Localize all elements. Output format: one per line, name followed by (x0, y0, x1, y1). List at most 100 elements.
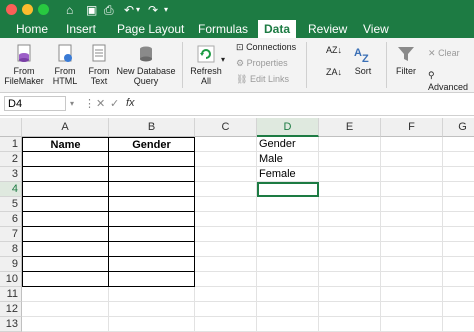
minimize-window-button[interactable] (22, 4, 33, 15)
sort-button[interactable]: A Z Sort (348, 44, 378, 76)
cell-a6[interactable] (22, 212, 109, 227)
cell-g7[interactable] (443, 227, 474, 242)
cell-f9[interactable] (381, 257, 443, 272)
insert-function-icon[interactable]: fx (126, 97, 135, 109)
cell-g4[interactable] (443, 182, 474, 197)
tab-view[interactable]: View (357, 20, 395, 38)
tab-home[interactable]: Home (10, 20, 54, 38)
from-text-button[interactable]: From Text (84, 44, 114, 86)
sort-descending-button[interactable]: ZA↓ (326, 66, 342, 78)
cell-a5[interactable] (22, 197, 109, 212)
cell-e5[interactable] (319, 197, 381, 212)
cell-e4[interactable] (319, 182, 381, 197)
cell-a11[interactable] (22, 287, 109, 302)
cell-g5[interactable] (443, 197, 474, 212)
cell-a3[interactable] (22, 167, 109, 182)
cell-g2[interactable] (443, 152, 474, 167)
cell-b2[interactable] (109, 152, 195, 167)
name-box[interactable]: D4 (4, 96, 66, 111)
cell-a2[interactable] (22, 152, 109, 167)
cell-e8[interactable] (319, 242, 381, 257)
cell-c3[interactable] (195, 167, 257, 182)
row-header-12[interactable]: 12 (0, 302, 22, 317)
cell-c8[interactable] (195, 242, 257, 257)
cell-a4[interactable] (22, 182, 109, 197)
close-window-button[interactable] (6, 4, 17, 15)
cell-c11[interactable] (195, 287, 257, 302)
cell-d9[interactable] (257, 257, 319, 272)
cell-b1[interactable]: Gender (109, 137, 195, 152)
tab-insert[interactable]: Insert (60, 20, 102, 38)
cell-d3[interactable]: Female (257, 167, 319, 182)
sort-ascending-button[interactable]: AZ↓ (326, 44, 342, 56)
column-header-f[interactable]: F (381, 118, 443, 137)
cell-f12[interactable] (381, 302, 443, 317)
row-header-10[interactable]: 10 (0, 272, 22, 287)
cell-e12[interactable] (319, 302, 381, 317)
cell-f3[interactable] (381, 167, 443, 182)
cell-b5[interactable] (109, 197, 195, 212)
cell-f11[interactable] (381, 287, 443, 302)
cell-e9[interactable] (319, 257, 381, 272)
from-html-button[interactable]: From HTML (50, 44, 80, 86)
redo-icon[interactable]: ↷ (148, 2, 158, 18)
cell-b11[interactable] (109, 287, 195, 302)
cell-d5[interactable] (257, 197, 319, 212)
cell-a8[interactable] (22, 242, 109, 257)
clear-button[interactable]: ✕ Clear (428, 47, 460, 59)
print-icon[interactable]: ⎙ (104, 2, 114, 18)
new-database-query-button[interactable]: New Database Query (116, 44, 176, 86)
cell-c12[interactable] (195, 302, 257, 317)
edit-links-button[interactable]: ⛓ Edit Links (236, 73, 289, 85)
row-header-8[interactable]: 8 (0, 242, 22, 257)
tab-review[interactable]: Review (302, 20, 353, 38)
cell-c5[interactable] (195, 197, 257, 212)
cell-b10[interactable] (109, 272, 195, 287)
cell-e10[interactable] (319, 272, 381, 287)
cell-f10[interactable] (381, 272, 443, 287)
cell-e1[interactable] (319, 137, 381, 152)
cell-d4[interactable] (257, 182, 319, 197)
cell-c9[interactable] (195, 257, 257, 272)
cell-d6[interactable] (257, 212, 319, 227)
cell-b9[interactable] (109, 257, 195, 272)
cell-c7[interactable] (195, 227, 257, 242)
cell-g9[interactable] (443, 257, 474, 272)
home-icon[interactable]: ⌂ (66, 2, 73, 18)
properties-button[interactable]: ⚙ Properties (236, 57, 288, 69)
cell-c4[interactable] (195, 182, 257, 197)
cell-a10[interactable] (22, 272, 109, 287)
cell-d8[interactable] (257, 242, 319, 257)
cell-b3[interactable] (109, 167, 195, 182)
cell-d11[interactable] (257, 287, 319, 302)
row-header-7[interactable]: 7 (0, 227, 22, 242)
cell-e7[interactable] (319, 227, 381, 242)
column-header-b[interactable]: B (109, 118, 195, 137)
refresh-dropdown-icon[interactable]: ▾ (221, 54, 225, 66)
cell-g12[interactable] (443, 302, 474, 317)
tab-data[interactable]: Data (258, 20, 297, 38)
cell-b8[interactable] (109, 242, 195, 257)
cell-b7[interactable] (109, 227, 195, 242)
cell-a12[interactable] (22, 302, 109, 317)
cell-f4[interactable] (381, 182, 443, 197)
cell-d12[interactable] (257, 302, 319, 317)
column-header-e[interactable]: E (319, 118, 381, 137)
tab-page-layout[interactable]: Page Layout (111, 20, 190, 38)
row-header-5[interactable]: 5 (0, 197, 22, 212)
row-header-11[interactable]: 11 (0, 287, 22, 302)
row-header-6[interactable]: 6 (0, 212, 22, 227)
cell-g8[interactable] (443, 242, 474, 257)
row-header-4[interactable]: 4 (0, 182, 22, 197)
cell-d7[interactable] (257, 227, 319, 242)
cell-a1[interactable]: Name (22, 137, 109, 152)
cell-d2[interactable]: Male (257, 152, 319, 167)
cell-f2[interactable] (381, 152, 443, 167)
cell-g6[interactable] (443, 212, 474, 227)
cell-d10[interactable] (257, 272, 319, 287)
filter-button[interactable]: Filter (392, 44, 420, 76)
cell-b4[interactable] (109, 182, 195, 197)
refresh-all-button[interactable]: Refresh All (188, 44, 224, 86)
cell-e2[interactable] (319, 152, 381, 167)
advanced-button[interactable]: ⚲ Advanced (428, 69, 474, 93)
